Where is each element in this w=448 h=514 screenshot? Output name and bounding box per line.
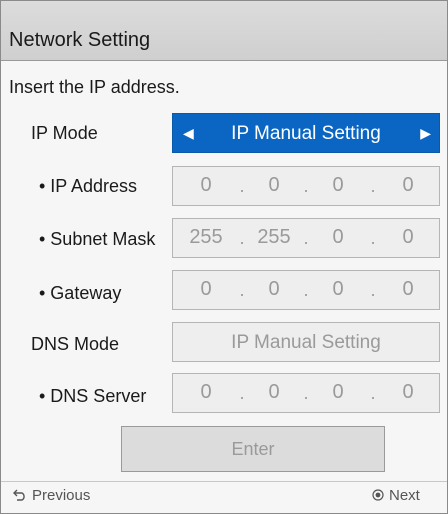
- subnet-mask-label: • Subnet Mask: [39, 229, 156, 249]
- arrow-right-icon[interactable]: ▶: [420, 125, 431, 142]
- ip-separator: .: [239, 383, 245, 403]
- gateway-octet-4[interactable]: 0: [388, 278, 428, 301]
- gateway-octet-1[interactable]: 0: [186, 278, 226, 301]
- instruction-text: Insert the IP address.: [9, 77, 180, 97]
- ip-mode-value: IP Manual Setting: [231, 123, 381, 144]
- ip-separator: .: [239, 280, 245, 300]
- gateway-label: • Gateway: [39, 283, 122, 303]
- ip-mode-label: IP Mode: [31, 123, 98, 143]
- ip-separator: .: [370, 280, 376, 300]
- previous-label: Previous: [32, 487, 91, 504]
- ip-separator: .: [370, 176, 376, 196]
- ip-address-field[interactable]: 0 . 0 . 0 . 0: [172, 166, 440, 206]
- ip-separator: .: [239, 176, 245, 196]
- gateway-octet-2[interactable]: 0: [254, 278, 294, 301]
- ip-separator: .: [239, 228, 245, 248]
- dns-server-octet-4[interactable]: 0: [388, 381, 428, 404]
- ip-separator: .: [303, 228, 309, 248]
- ip-mode-selector[interactable]: ◀ IP Manual Setting ▶: [172, 113, 440, 153]
- dns-mode-label: DNS Mode: [31, 334, 120, 354]
- dialog-title: Network Setting: [9, 29, 151, 51]
- dns-server-field[interactable]: 0 . 0 . 0 . 0: [172, 373, 440, 413]
- next-label: Next: [389, 487, 420, 504]
- gateway-octet-3[interactable]: 0: [318, 278, 358, 301]
- subnet-mask-octet-2[interactable]: 255: [254, 226, 294, 249]
- previous-button[interactable]: Previous: [13, 487, 90, 504]
- subnet-mask-octet-1[interactable]: 255: [186, 226, 226, 249]
- ok-button-icon: [372, 487, 384, 504]
- next-button[interactable]: Next: [372, 487, 420, 504]
- gateway-field[interactable]: 0 . 0 . 0 . 0: [172, 270, 440, 310]
- subnet-mask-field[interactable]: 255 . 255 . 0 . 0: [172, 218, 440, 258]
- ip-address-octet-2[interactable]: 0: [254, 174, 294, 197]
- dns-server-label: • DNS Server: [39, 386, 147, 406]
- ip-address-octet-4[interactable]: 0: [388, 174, 428, 197]
- footer-divider: [1, 481, 447, 482]
- ip-separator: .: [370, 228, 376, 248]
- dns-server-octet-3[interactable]: 0: [318, 381, 358, 404]
- subnet-mask-octet-4[interactable]: 0: [388, 226, 428, 249]
- ip-separator: .: [370, 383, 376, 403]
- dns-mode-value: IP Manual Setting: [231, 332, 381, 353]
- dns-server-octet-1[interactable]: 0: [186, 381, 226, 404]
- ip-separator: .: [303, 176, 309, 196]
- ip-address-label: • IP Address: [39, 176, 138, 196]
- enter-button[interactable]: Enter: [121, 426, 385, 472]
- ip-separator: .: [303, 383, 309, 403]
- title-bar: Network Setting: [1, 1, 447, 61]
- back-arrow-icon: [13, 487, 27, 504]
- network-setting-dialog: Network Setting Insert the IP address. I…: [0, 0, 448, 514]
- subnet-mask-octet-3[interactable]: 0: [318, 226, 358, 249]
- ip-separator: .: [303, 280, 309, 300]
- dns-mode-selector[interactable]: IP Manual Setting: [172, 322, 440, 362]
- ip-address-octet-1[interactable]: 0: [186, 174, 226, 197]
- ip-address-octet-3[interactable]: 0: [318, 174, 358, 197]
- dns-server-octet-2[interactable]: 0: [254, 381, 294, 404]
